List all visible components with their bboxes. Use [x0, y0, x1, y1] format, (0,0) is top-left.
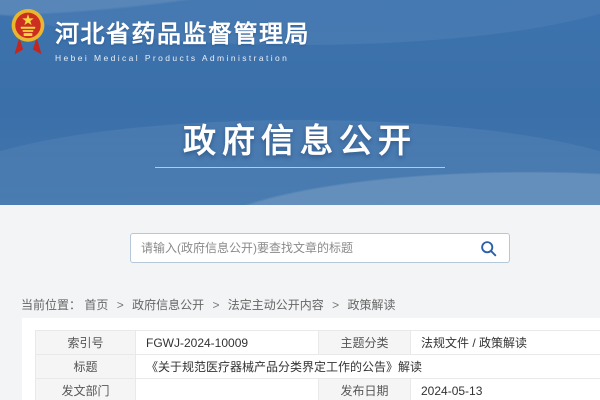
- breadcrumb-item-statutory-disclosure[interactable]: 法定主动公开内容: [228, 298, 324, 312]
- field-label-topic-category: 主题分类: [319, 331, 411, 355]
- breadcrumb-item-home[interactable]: 首页: [84, 298, 108, 312]
- field-label-index-number: 索引号: [36, 331, 136, 355]
- field-value-issuing-department: [136, 379, 319, 400]
- field-value-topic-category: 法规文件 / 政策解读: [411, 331, 600, 355]
- banner-title: 政府信息公开: [0, 114, 600, 162]
- page: 河北省药品监督管理局 Hebei Medical Products Admini…: [0, 0, 600, 400]
- table-row: 发文部门 发布日期 2024-05-13: [36, 379, 600, 400]
- search-icon[interactable]: [480, 240, 497, 257]
- breadcrumb-separator: >: [117, 298, 124, 312]
- breadcrumb-item-policy-interpretation[interactable]: 政策解读: [348, 298, 396, 312]
- banner-title-divider: [155, 167, 445, 168]
- field-label-publish-date: 发布日期: [319, 379, 411, 400]
- breadcrumb-item-gov-info[interactable]: 政府信息公开: [132, 298, 204, 312]
- field-label-title: 标题: [36, 355, 136, 379]
- agency-name: 河北省药品监督管理局: [55, 14, 310, 49]
- breadcrumb-separator: >: [332, 298, 339, 312]
- breadcrumb-separator: >: [212, 298, 219, 312]
- document-info-table: 索引号 FGWJ-2024-10009 主题分类 法规文件 / 政策解读 标题 …: [35, 330, 600, 400]
- breadcrumb: 当前位置： 首页 > 政府信息公开 > 法定主动公开内容 > 政策解读: [21, 296, 396, 313]
- brand-text: 河北省药品监督管理局 Hebei Medical Products Admini…: [55, 8, 310, 63]
- search-bar: [130, 233, 510, 263]
- site-logo[interactable]: 河北省药品监督管理局 Hebei Medical Products Admini…: [10, 8, 310, 63]
- site-banner: 河北省药品监督管理局 Hebei Medical Products Admini…: [0, 0, 600, 205]
- table-row: 标题 《关于规范医疗器械产品分类界定工作的公告》解读: [36, 355, 600, 379]
- field-value-index-number: FGWJ-2024-10009: [136, 331, 319, 355]
- agency-name-english: Hebei Medical Products Administration: [55, 53, 310, 63]
- table-row: 索引号 FGWJ-2024-10009 主题分类 法规文件 / 政策解读: [36, 331, 600, 355]
- field-value-publish-date: 2024-05-13: [411, 379, 600, 400]
- content-panel: 索引号 FGWJ-2024-10009 主题分类 法规文件 / 政策解读 标题 …: [22, 318, 600, 400]
- china-national-emblem-icon: [10, 8, 46, 62]
- breadcrumb-prefix: 当前位置：: [21, 298, 81, 312]
- search-input[interactable]: [131, 234, 480, 262]
- field-label-issuing-department: 发文部门: [36, 379, 136, 400]
- field-value-title: 《关于规范医疗器械产品分类界定工作的公告》解读: [136, 355, 600, 379]
